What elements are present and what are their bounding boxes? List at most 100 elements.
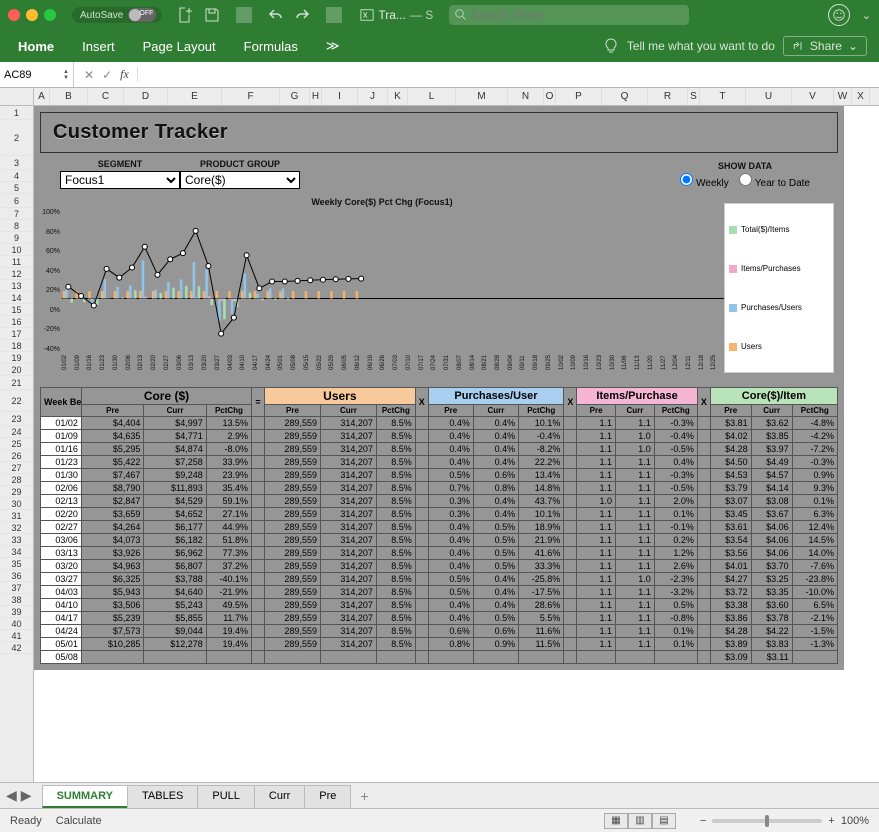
row-header[interactable]: 22 xyxy=(0,390,33,412)
col-header[interactable]: A xyxy=(34,88,50,105)
row-header[interactable]: 3 xyxy=(0,156,33,170)
accept-icon[interactable]: ✓ xyxy=(102,68,112,82)
row-header[interactable]: 18 xyxy=(0,340,33,352)
add-sheet-button[interactable]: + xyxy=(350,784,378,808)
row-header[interactable]: 1 xyxy=(0,106,33,120)
col-header[interactable]: X xyxy=(852,88,870,105)
product-group-select[interactable]: Core($) xyxy=(180,171,300,189)
row-header[interactable]: 14 xyxy=(0,292,33,304)
zoom-slider[interactable] xyxy=(712,819,822,823)
col-header[interactable]: I xyxy=(322,88,358,105)
row-header[interactable]: 23 xyxy=(0,412,33,426)
row-header[interactable]: 2 xyxy=(0,120,33,156)
view-pagebreak-icon[interactable]: ▤ xyxy=(652,813,676,829)
row-header[interactable]: 12 xyxy=(0,268,33,280)
row-header[interactable]: 10 xyxy=(0,244,33,256)
col-header[interactable]: C xyxy=(88,88,124,105)
row-header[interactable]: 33 xyxy=(0,534,33,546)
tell-me-box[interactable]: Tell me what you want to do Share ⌄ xyxy=(603,36,879,56)
select-all-corner[interactable] xyxy=(0,88,34,106)
cancel-icon[interactable]: ✕ xyxy=(84,68,94,82)
autosave-switch[interactable] xyxy=(128,8,156,22)
row-header[interactable]: 8 xyxy=(0,220,33,232)
col-header[interactable]: G xyxy=(280,88,310,105)
row-header[interactable]: 11 xyxy=(0,256,33,268)
col-header[interactable]: D xyxy=(124,88,168,105)
row-header[interactable]: 35 xyxy=(0,558,33,570)
row-header[interactable]: 19 xyxy=(0,352,33,364)
minimize-window-button[interactable] xyxy=(26,9,38,21)
col-header[interactable]: P xyxy=(556,88,602,105)
col-header[interactable]: N xyxy=(508,88,544,105)
row-header[interactable]: 15 xyxy=(0,304,33,316)
ribbon-tab-formulas[interactable]: Formulas xyxy=(240,33,302,60)
zoom-control[interactable]: − + 100% xyxy=(700,815,869,827)
row-header[interactable]: 24 xyxy=(0,426,33,438)
close-window-button[interactable] xyxy=(8,9,20,21)
worksheet[interactable]: ABCDEFGHIJKLMNOPQRSTUVWX 123456789101112… xyxy=(0,88,879,782)
radio-weekly[interactable]: Weekly xyxy=(680,173,729,189)
row-header[interactable]: 32 xyxy=(0,522,33,534)
col-header[interactable]: O xyxy=(544,88,556,105)
row-header[interactable]: 21 xyxy=(0,376,33,390)
row-header[interactable]: 25 xyxy=(0,438,33,450)
ribbon-more[interactable]: ≫ xyxy=(322,32,344,60)
row-header[interactable]: 27 xyxy=(0,462,33,474)
col-header[interactable]: S xyxy=(688,88,700,105)
row-header[interactable]: 6 xyxy=(0,194,33,208)
row-header[interactable]: 36 xyxy=(0,570,33,582)
share-button[interactable]: Share ⌄ xyxy=(783,36,867,56)
search-box[interactable] xyxy=(449,5,689,25)
row-header[interactable]: 13 xyxy=(0,280,33,292)
col-header[interactable]: B xyxy=(50,88,88,105)
col-header[interactable]: H xyxy=(310,88,322,105)
row-header[interactable]: 20 xyxy=(0,364,33,376)
row-header[interactable]: 38 xyxy=(0,594,33,606)
row-header[interactable]: 37 xyxy=(0,582,33,594)
col-header[interactable]: R xyxy=(648,88,688,105)
ribbon-tab-home[interactable]: Home xyxy=(14,33,58,60)
new-workbook-icon[interactable] xyxy=(178,7,194,23)
namebox-stepper[interactable]: ▲▼ xyxy=(63,69,69,81)
radio-ytd[interactable]: Year to Date xyxy=(739,173,810,189)
row-header[interactable]: 39 xyxy=(0,606,33,618)
sheet-tab[interactable]: TABLES xyxy=(127,785,198,808)
cells-area[interactable]: Customer Tracker SEGMENT Focus1 PRODUCT … xyxy=(34,106,879,782)
account-icon[interactable] xyxy=(828,4,850,26)
sheet-tab[interactable]: Pre xyxy=(304,785,351,808)
view-normal-icon[interactable]: ▦ xyxy=(604,813,628,829)
tab-prev-icon[interactable]: ◀ xyxy=(6,787,17,804)
maximize-window-button[interactable] xyxy=(44,9,56,21)
formula-input[interactable] xyxy=(148,62,879,87)
row-header[interactable]: 31 xyxy=(0,510,33,522)
col-header[interactable]: T xyxy=(700,88,746,105)
sheet-tab[interactable]: PULL xyxy=(197,785,255,808)
row-header[interactable]: 5 xyxy=(0,182,33,194)
view-pagelayout-icon[interactable]: ▥ xyxy=(628,813,652,829)
row-header[interactable]: 9 xyxy=(0,232,33,244)
row-header[interactable]: 30 xyxy=(0,498,33,510)
col-header[interactable]: Q xyxy=(602,88,648,105)
col-header[interactable]: K xyxy=(388,88,408,105)
row-header[interactable]: 29 xyxy=(0,486,33,498)
column-headers[interactable]: ABCDEFGHIJKLMNOPQRSTUVWX xyxy=(34,88,879,106)
autosave-toggle[interactable]: AutoSave xyxy=(72,7,162,23)
row-header[interactable]: 16 xyxy=(0,316,33,328)
chevron-down-icon[interactable]: ⌄ xyxy=(862,9,871,22)
row-header[interactable]: 7 xyxy=(0,208,33,220)
name-box[interactable]: AC89 ▲▼ xyxy=(0,62,74,87)
col-header[interactable]: W xyxy=(834,88,852,105)
row-header[interactable]: 4 xyxy=(0,170,33,182)
sheet-tab[interactable]: SUMMARY xyxy=(42,785,128,808)
row-header[interactable]: 41 xyxy=(0,630,33,642)
zoom-out-button[interactable]: − xyxy=(700,815,706,827)
sheet-tab[interactable]: Curr xyxy=(254,785,305,808)
col-header[interactable]: E xyxy=(168,88,222,105)
zoom-in-button[interactable]: + xyxy=(828,815,834,827)
row-header[interactable]: 42 xyxy=(0,642,33,654)
redo-icon[interactable] xyxy=(294,7,310,23)
col-header[interactable]: M xyxy=(456,88,508,105)
save-icon[interactable] xyxy=(204,7,220,23)
col-header[interactable]: V xyxy=(792,88,834,105)
col-header[interactable]: L xyxy=(408,88,456,105)
